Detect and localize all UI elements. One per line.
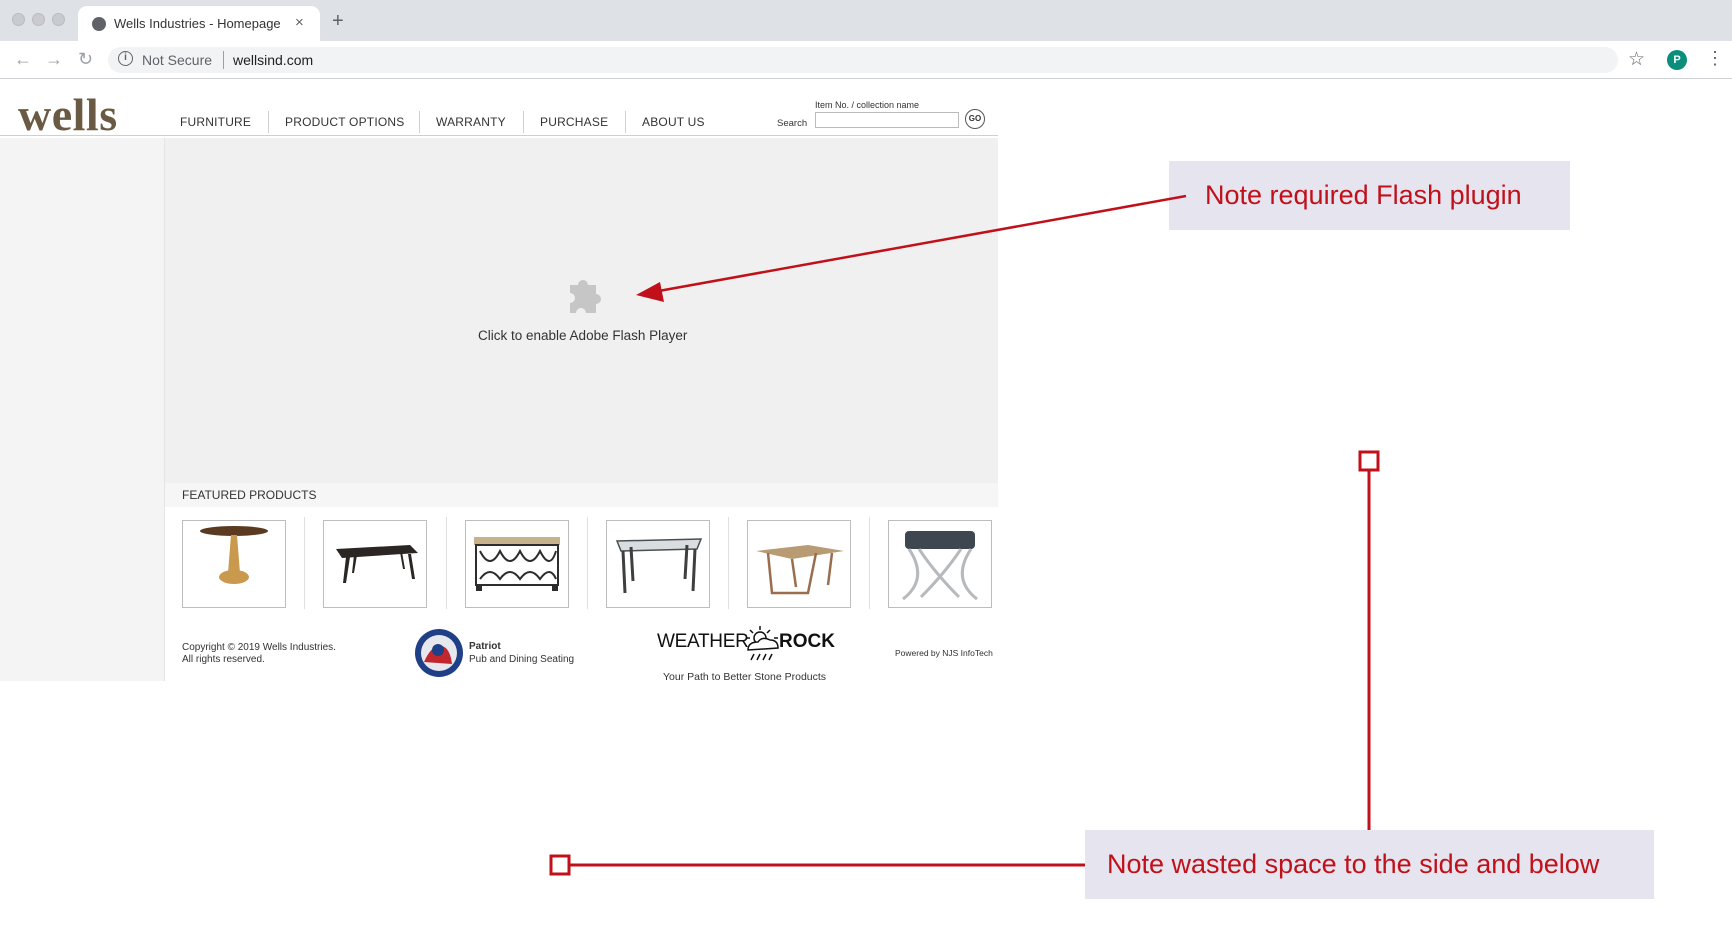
product-thumbnail[interactable] bbox=[747, 520, 851, 608]
copyright-line2: All rights reserved. bbox=[182, 654, 265, 665]
address-bar[interactable] bbox=[108, 47, 1618, 73]
thumbnail-divider bbox=[869, 517, 870, 609]
weatherrock-logo-weather[interactable]: WEATHER bbox=[657, 631, 749, 653]
copyright-text: Copyright © 2019 Wells Industries. All r… bbox=[182, 642, 336, 666]
annotation-marker-right bbox=[1358, 450, 1380, 472]
product-thumbnail[interactable] bbox=[606, 520, 710, 608]
url-divider bbox=[223, 51, 224, 69]
dining-table-icon bbox=[336, 545, 418, 583]
nav-warranty[interactable]: WARRANTY bbox=[436, 115, 506, 129]
url-text[interactable]: wellsind.com bbox=[233, 52, 313, 68]
round-pedestal-table-icon bbox=[200, 526, 268, 584]
security-label: Not Secure bbox=[142, 52, 213, 68]
reload-icon[interactable]: ↻ bbox=[78, 49, 93, 70]
nav-purchase[interactable]: PURCHASE bbox=[540, 115, 608, 129]
upholstered-bench-icon bbox=[902, 531, 978, 601]
window-close-button[interactable] bbox=[12, 13, 25, 26]
thumbnail-divider bbox=[587, 517, 588, 609]
puzzle-plugin-icon[interactable] bbox=[562, 273, 604, 315]
weatherrock-logo-rock[interactable]: ROCK bbox=[779, 631, 835, 653]
nav-divider bbox=[419, 111, 420, 133]
search-go-button[interactable]: GO bbox=[965, 109, 985, 129]
tab-title: Wells Industries - Homepage bbox=[114, 16, 281, 31]
thumbnail-divider bbox=[728, 517, 729, 609]
thumbnail-divider bbox=[446, 517, 447, 609]
nav-about-us[interactable]: ABOUT US bbox=[642, 115, 705, 129]
ornate-console-table-icon bbox=[474, 537, 560, 591]
bookmark-star-icon[interactable]: ☆ bbox=[1628, 48, 1645, 71]
weatherrock-tagline: Your Path to Better Stone Products bbox=[663, 671, 827, 683]
patriot-logo-icon[interactable] bbox=[414, 628, 464, 678]
product-thumbnail[interactable] bbox=[465, 520, 569, 608]
glass-top-table-icon bbox=[615, 538, 703, 594]
featured-products-title: FEATURED PRODUCTS bbox=[182, 488, 317, 502]
back-icon[interactable]: ← bbox=[14, 49, 32, 70]
nav-divider bbox=[523, 111, 524, 133]
window-maximize-button[interactable] bbox=[52, 13, 65, 26]
patriot-subtitle: Pub and Dining Seating bbox=[469, 654, 575, 665]
left-sidebar-panel bbox=[0, 138, 165, 681]
thumbnail-divider bbox=[304, 517, 305, 609]
annotation-space-note: Note wasted space to the side and below bbox=[1085, 830, 1654, 899]
nav-divider bbox=[268, 111, 269, 133]
menu-kebab-icon[interactable]: ⋮ bbox=[1706, 48, 1724, 69]
header-divider bbox=[0, 135, 998, 136]
search-label: Search bbox=[777, 118, 808, 129]
search-hint: Item No. / collection name bbox=[815, 100, 920, 110]
annotation-flash-note: Note required Flash plugin bbox=[1169, 161, 1570, 230]
search-input[interactable] bbox=[815, 112, 959, 128]
copyright-line1: Copyright © 2019 Wells Industries. bbox=[182, 642, 336, 653]
profile-avatar[interactable]: P bbox=[1667, 50, 1687, 70]
nav-divider bbox=[625, 111, 626, 133]
weather-sun-cloud-icon bbox=[746, 626, 779, 661]
nav-product-options[interactable]: PRODUCT OPTIONS bbox=[285, 115, 404, 129]
site-logo[interactable]: wells bbox=[18, 88, 118, 141]
product-thumbnail[interactable] bbox=[888, 520, 992, 608]
forward-icon[interactable]: → bbox=[45, 49, 63, 70]
info-icon[interactable]: i bbox=[118, 51, 133, 66]
flash-enable-text[interactable]: Click to enable Adobe Flash Player bbox=[478, 328, 687, 343]
globe-icon bbox=[92, 17, 106, 31]
window-minimize-button[interactable] bbox=[32, 13, 45, 26]
product-thumbnail[interactable] bbox=[323, 520, 427, 608]
new-tab-button[interactable]: + bbox=[332, 10, 344, 33]
powered-by-link[interactable]: Powered by NJS InfoTech bbox=[895, 648, 993, 658]
product-thumbnail[interactable] bbox=[182, 520, 286, 608]
close-tab-icon[interactable]: × bbox=[295, 14, 304, 31]
annotation-marker-bottom bbox=[549, 854, 571, 876]
patriot-name: Patriot bbox=[469, 641, 501, 652]
nav-furniture[interactable]: FURNITURE bbox=[180, 115, 251, 129]
wood-coffee-table-icon bbox=[756, 545, 844, 595]
